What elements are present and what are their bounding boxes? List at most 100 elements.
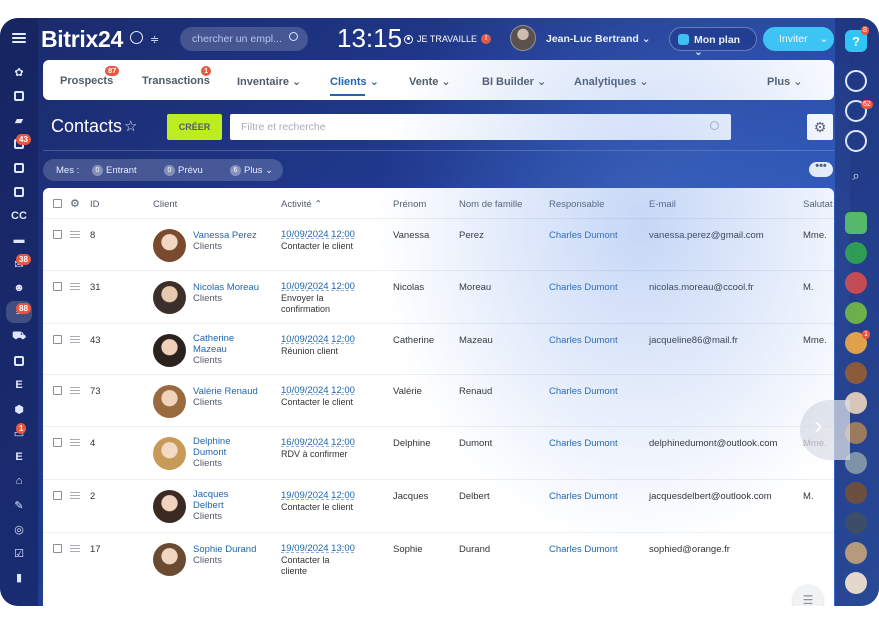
drag-handle-icon[interactable]: [70, 336, 80, 345]
table-row[interactable]: 4 Delphine Dumont Clients 16/09/2024 12:…: [43, 426, 834, 479]
activity-date-link[interactable]: 10/09/2024 12:00: [281, 281, 355, 292]
contacts-card-icon[interactable]: [9, 351, 29, 371]
column-header-client[interactable]: Client: [153, 199, 177, 210]
user-avatar[interactable]: [510, 25, 536, 51]
client-name-link[interactable]: Nicolas Moreau: [193, 282, 259, 293]
ecommerce-icon[interactable]: E: [9, 375, 29, 395]
avatar[interactable]: [153, 543, 186, 576]
sign-icon[interactable]: ✎: [9, 495, 29, 515]
employee-search-input[interactable]: chercher un empl...: [180, 27, 308, 51]
avatar[interactable]: [153, 229, 186, 262]
client-name-link[interactable]: Dumont: [193, 447, 226, 458]
responsible-link[interactable]: Charles Dumont: [549, 282, 618, 293]
tab-bi-builder[interactable]: BI Builder ⌄: [482, 75, 546, 88]
cell-email[interactable]: delphinedumont@outlook.com: [649, 438, 777, 449]
store-icon[interactable]: E: [9, 447, 29, 467]
row-checkbox[interactable]: [53, 386, 62, 395]
counter-prevu[interactable]: 0 Prévu: [164, 165, 203, 176]
contact-center-icon[interactable]: CC: [9, 206, 29, 226]
tasks-app-icon[interactable]: [845, 212, 867, 234]
user-avatar[interactable]: [845, 482, 867, 504]
avatar[interactable]: [153, 385, 186, 418]
target-icon[interactable]: ◎: [9, 519, 29, 539]
activity-date-link[interactable]: 16/09/2024 12:00: [281, 437, 355, 448]
search-icon[interactable]: [710, 121, 719, 130]
drive-icon[interactable]: ▬: [9, 230, 29, 250]
avatar[interactable]: [153, 490, 186, 523]
avatar[interactable]: [153, 281, 186, 314]
column-header-responsible[interactable]: Responsable: [549, 199, 604, 210]
calendar-icon[interactable]: [9, 158, 29, 178]
responsible-link[interactable]: Charles Dumont: [549, 491, 618, 502]
user-avatar[interactable]: [845, 362, 867, 384]
client-name-link[interactable]: Sophie Durand: [193, 544, 256, 555]
avatar[interactable]: [153, 334, 186, 367]
avatar[interactable]: [153, 437, 186, 470]
select-all-checkbox[interactable]: [53, 199, 62, 208]
client-name-link[interactable]: Jacques: [193, 489, 228, 500]
responsible-link[interactable]: Charles Dumont: [549, 438, 618, 449]
messenger-icon[interactable]: [9, 86, 29, 106]
row-checkbox[interactable]: [53, 230, 62, 239]
copilot-icon[interactable]: [845, 70, 867, 92]
bank-icon[interactable]: ⌂: [9, 471, 29, 491]
column-header-id[interactable]: ID: [90, 199, 100, 210]
responsible-link[interactable]: Charles Dumont: [549, 335, 618, 346]
activity-date-link[interactable]: 10/09/2024 12:00: [281, 385, 355, 396]
tab-inventaire[interactable]: Inventaire ⌄: [237, 75, 301, 88]
user-avatar[interactable]: [845, 512, 867, 534]
chat-icon[interactable]: ▰: [9, 110, 29, 130]
cell-email[interactable]: sophied@orange.fr: [649, 544, 730, 555]
drag-handle-icon[interactable]: [70, 492, 80, 501]
activity-date-link[interactable]: 19/09/2024 12:00: [281, 490, 355, 501]
activity-date-link[interactable]: 10/09/2024 12:00: [281, 229, 355, 240]
drag-handle-icon[interactable]: [70, 439, 80, 448]
my-plan-button[interactable]: Mon plan ⌄: [669, 27, 757, 58]
table-row[interactable]: 73 Valérie Renaud Clients 10/09/2024 12:…: [43, 374, 834, 427]
column-header-salutation[interactable]: Salutat: [803, 199, 833, 210]
table-row[interactable]: 43 Catherine Mazeau Clients 10/09/2024 1…: [43, 323, 834, 376]
tab-analytiques[interactable]: Analytiques ⌄: [574, 75, 649, 88]
tab-vente[interactable]: Vente ⌄: [409, 75, 451, 88]
cell-email[interactable]: jacqueline86@mail.fr: [649, 335, 738, 346]
drag-handle-icon[interactable]: [70, 387, 80, 396]
star-icon[interactable]: ☆: [124, 117, 137, 135]
user-avatar[interactable]: [845, 542, 867, 564]
drag-handle-icon[interactable]: [70, 283, 80, 292]
gear-icon[interactable]: ⚙: [807, 114, 833, 140]
chat-bubble-icon[interactable]: [845, 130, 867, 152]
group-chat-avatar[interactable]: [845, 272, 867, 294]
table-row[interactable]: 31 Nicolas Moreau Clients 10/09/2024 12:…: [43, 270, 834, 323]
cell-email[interactable]: vanessa.perez@gmail.com: [649, 230, 764, 241]
row-checkbox[interactable]: [53, 491, 62, 500]
groups-icon[interactable]: ☻: [9, 278, 29, 298]
client-name-link[interactable]: Delbert: [193, 500, 224, 511]
filter-search-input[interactable]: Filtre et recherche: [230, 114, 731, 140]
tab-plus[interactable]: Plus ⌄: [767, 75, 803, 88]
hamburger-menu-icon[interactable]: [12, 33, 26, 43]
client-name-link[interactable]: Delphine: [193, 436, 231, 447]
activity-date-link[interactable]: 10/09/2024 12:00: [281, 334, 355, 345]
responsible-link[interactable]: Charles Dumont: [549, 230, 618, 241]
table-row[interactable]: 8 Vanessa Perez Clients 10/09/2024 12:00…: [43, 218, 834, 271]
inventory-box-icon[interactable]: ⬢: [9, 399, 29, 419]
table-row[interactable]: 17 Sophie Durand Clients 19/09/2024 13:0…: [43, 532, 834, 585]
shop-cart-icon[interactable]: ⛟: [9, 327, 29, 347]
column-header-activity[interactable]: Activité ⌃: [281, 199, 322, 210]
cell-email[interactable]: nicolas.moreau@ccool.fr: [649, 282, 754, 293]
drag-handle-icon[interactable]: [70, 545, 80, 554]
more-options-button[interactable]: •••: [809, 161, 833, 177]
user-menu[interactable]: Jean-Luc Bertrand ⌄: [546, 33, 651, 45]
row-checkbox[interactable]: [53, 335, 62, 344]
counter-plus[interactable]: 6 Plus ⌄: [230, 165, 273, 176]
row-checkbox[interactable]: [53, 544, 62, 553]
search-icon[interactable]: ⌕: [845, 168, 867, 190]
bitrix-logo[interactable]: Bitrix24: [41, 26, 123, 53]
client-name-link[interactable]: Mazeau: [193, 344, 227, 355]
tab-prospects[interactable]: Prospects: [60, 75, 113, 87]
feed-icon[interactable]: ✿: [9, 62, 29, 82]
create-button[interactable]: CRÉER: [167, 114, 222, 140]
row-checkbox[interactable]: [53, 438, 62, 447]
clock-icon[interactable]: [130, 31, 143, 44]
counter-entrant[interactable]: 0 Entrant: [92, 165, 137, 176]
